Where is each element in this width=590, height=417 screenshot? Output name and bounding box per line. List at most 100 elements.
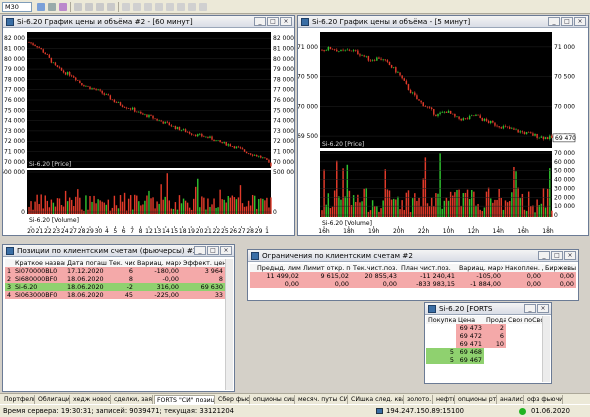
timeframe-select[interactable]: M30 [2,2,32,12]
chart-60min[interactable]: 82 000 82 000 81 000 81 000 80 000 80 000 79 0… [3,28,294,235]
quote-row[interactable]: 69 471 10 [426,340,542,348]
arrow-icon[interactable] [166,3,174,11]
close-button[interactable]: × [220,246,232,255]
zoom-out-icon[interactable] [85,3,93,11]
column-header[interactable]: поСвое [522,316,542,324]
hline-icon[interactable] [133,3,141,11]
column-header[interactable]: Цена [456,316,484,324]
candle-body [266,158,268,160]
quote-row[interactable]: 69 473 2 [426,324,542,332]
column-header[interactable]: Покупка [426,316,456,324]
close-button[interactable]: × [574,17,586,26]
candle-body [542,136,545,140]
text-icon[interactable] [155,3,163,11]
quote-row[interactable]: 69 472 6 [426,332,542,340]
column-header[interactable]: Тек. чист [107,259,135,267]
limits-window[interactable]: Ограничения по клиентским счетам #2 _ □ … [247,249,579,301]
limits-window-titlebar[interactable]: Ограничения по клиентским счетам #2 _ □ … [248,250,578,262]
column-header[interactable]: Вариац. маржа [457,264,503,272]
column-header[interactable]: Вариац. маржа [135,259,181,267]
ellipse-icon[interactable] [177,3,185,11]
candle-body [142,113,144,115]
volume-bar [399,209,401,217]
minimize-button[interactable]: _ [524,304,536,313]
maximize-button[interactable]: □ [551,251,563,260]
quotes-scrollbar[interactable] [542,316,550,382]
table-row[interactable]: 0,00 0,00 0,00 -833 983,15 -1 884,00 0,00 0,00 [250,280,576,288]
candle-body [388,61,391,66]
close-button[interactable]: × [280,17,292,26]
chart-5min[interactable]: 71 000 71 000 70 500 70 500 70 000 70 000 69 5… [298,28,588,235]
crosshair-icon[interactable] [107,3,115,11]
fib-icon[interactable] [144,3,152,11]
column-header[interactable]: План чист.поз. [399,264,457,272]
candle-body [79,80,81,84]
candles-icon[interactable] [37,3,45,11]
candle-body [241,148,244,150]
column-header[interactable]: Продажа [484,316,506,324]
candle-body [327,46,330,51]
candle-body [390,65,393,68]
volume-bar [384,169,387,217]
trendline-icon[interactable] [122,3,130,11]
y-tick-label-left: 75 000 [4,107,25,114]
maximize-button[interactable]: □ [207,246,219,255]
column-header[interactable]: Краткое название [13,259,65,267]
positions-scrollbar[interactable] [225,259,233,390]
price-plot-area[interactable] [320,32,552,148]
volume-bar [327,193,330,217]
volume-bar [105,204,107,214]
bars-icon[interactable] [48,3,56,11]
column-header[interactable]: Биржевые [543,264,576,272]
line-icon[interactable] [59,3,67,11]
column-header[interactable] [5,259,13,267]
candle-body [513,128,515,130]
x-tick-label: 18 [179,228,187,235]
quotes-window-titlebar[interactable]: Si-6.20 [FORTS _ × [425,303,551,315]
maximize-button[interactable]: □ [561,17,573,26]
close-button[interactable]: × [537,304,549,313]
minimize-button[interactable]: _ [538,251,550,260]
zoom-in-icon[interactable] [74,3,82,11]
table-row[interactable]: 3 Si-6.20 18.06.2020 -2 316,00 69 630 [5,283,225,291]
positions-window[interactable]: Позиции по клиентским счетам (фьючерсы) … [2,244,235,392]
volume-bar [388,190,391,217]
column-header[interactable]: Эффект. цен [181,259,225,267]
chart-window-60min-titlebar[interactable]: Si-6.20 График цены и объёма #2 - [60 ми… [3,16,294,28]
x-tick-label: 20 [196,228,204,235]
table-row[interactable]: 11 499,02 9 615,02 20 855,43 -11 240,41 -105… [250,272,576,280]
volume-bar [44,195,46,214]
column-header[interactable]: Тек.чист.поз. [351,264,399,272]
column-header[interactable]: Дата погашения [65,259,107,267]
table-cell [522,356,542,364]
rect-icon[interactable] [188,3,196,11]
column-header[interactable]: Накоплен. д [503,264,543,272]
table-row[interactable]: 4 Si063000BF0 18.06.2020 45 -225,00 33 [5,291,225,299]
chart-window-5min-titlebar[interactable]: Si-6.20 График цены и объёма - [5 минут]… [298,16,588,28]
quotes-window[interactable]: Si-6.20 [FORTS _ × Покупка Цена Продажа … [424,302,552,384]
minimize-button[interactable]: _ [254,17,266,26]
chart-window-60min[interactable]: Si-6.20 График цены и объёма #2 - [60 ми… [2,15,295,236]
column-header[interactable]: Своя [506,316,522,324]
candle-body [223,141,225,143]
positions-window-titlebar[interactable]: Позиции по клиентским счетам (фьючерсы) … [3,245,234,257]
table-cell [522,340,542,348]
column-header[interactable]: Лимит откр. поз. [301,264,351,272]
minimize-button[interactable]: _ [548,17,560,26]
candle-body [262,157,264,158]
volume-bar [150,198,152,214]
candle-body [28,42,30,43]
maximize-button[interactable]: □ [267,17,279,26]
table-row[interactable]: 2 Si680000BF0 18.06.2020 8 -0,00 8 [5,275,225,283]
close-button[interactable]: × [564,251,576,260]
chart-window-5min[interactable]: Si-6.20 График цены и объёма - [5 минут]… [297,15,589,236]
quote-row[interactable]: 5 69 468 [426,348,542,356]
channel-icon[interactable] [199,3,207,11]
quote-row[interactable]: 5 69 467 [426,356,542,364]
candle-body [231,146,234,147]
column-header[interactable]: Предыд. лимит [255,264,301,272]
table-row[interactable]: 1 Si070000BL0 17.12.2020 6 -180,00 3 964 [5,267,225,275]
minimize-button[interactable]: _ [194,246,206,255]
cursor-icon[interactable] [96,3,104,11]
candle-body [479,115,481,118]
